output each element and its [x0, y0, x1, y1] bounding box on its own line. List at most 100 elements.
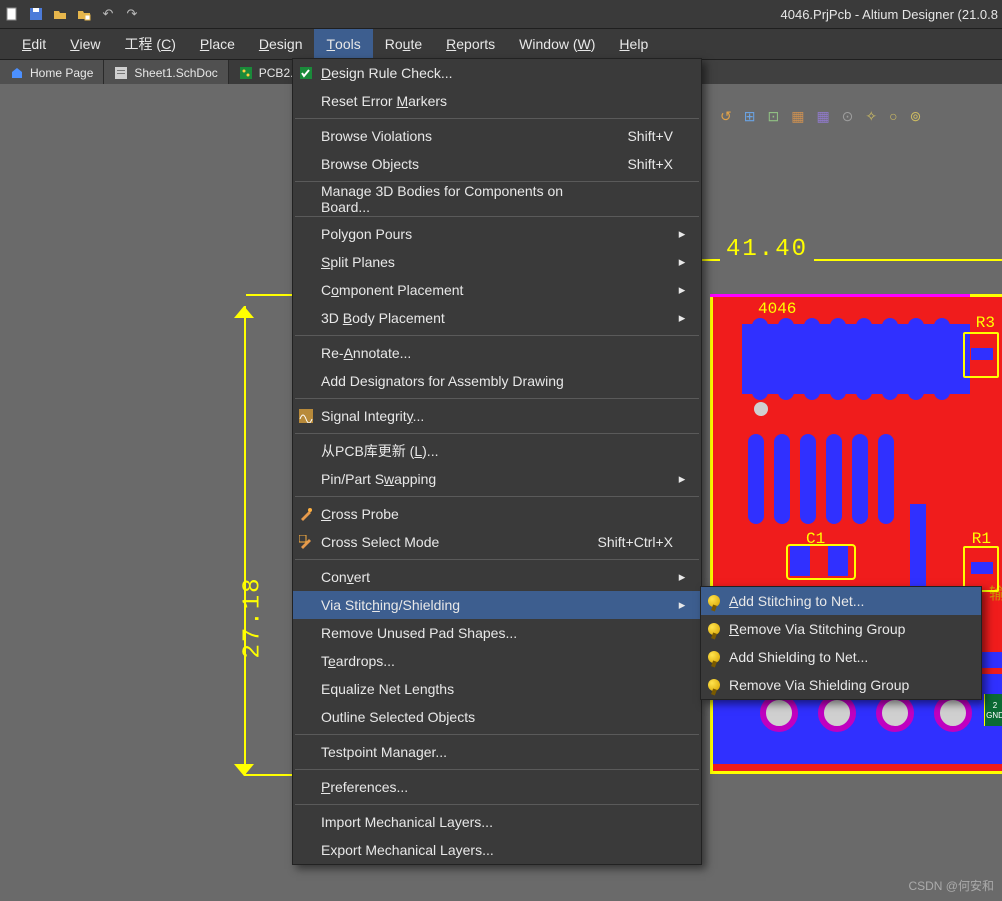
menu-label: Manage 3D Bodies for Components on Board… — [319, 183, 577, 215]
menu-item-teardrops[interactable]: Teardrops... — [293, 647, 701, 675]
menu-label: Equalize Net Lengths — [319, 681, 577, 697]
menu-item-signal-integrity[interactable]: Signal Integrity... — [293, 402, 701, 430]
toolbar-icon[interactable]: ⊞ — [744, 108, 756, 125]
tools-menu[interactable]: Design Rule Check...Reset Error Markers B… — [292, 58, 702, 865]
dimension-horizontal-value: 41.40 — [720, 236, 814, 263]
menu-item-export-mechanical-layers[interactable]: Export Mechanical Layers... — [293, 836, 701, 864]
sch-icon — [114, 66, 128, 80]
via-stitching-submenu[interactable]: Add Stitching to Net...Remove Via Stitch… — [700, 586, 982, 700]
menu-design[interactable]: Design — [247, 29, 315, 59]
drc-icon — [293, 66, 319, 80]
submenu-arrow-icon: ▸ — [673, 254, 691, 270]
menu-item-add-designators-for-assembly-drawing[interactable]: Add Designators for Assembly Drawing — [293, 367, 701, 395]
menu-route[interactable]: Route — [373, 29, 434, 59]
menu-item-browse-violations[interactable]: Browse ViolationsShift+V — [293, 122, 701, 150]
pin-icon — [701, 679, 727, 691]
separator — [295, 804, 699, 805]
menu-item-outline-selected-objects[interactable]: Outline Selected Objects — [293, 703, 701, 731]
menu-window-w-[interactable]: Window (W) — [507, 29, 607, 59]
menu-item-design-rule-check[interactable]: Design Rule Check... — [293, 59, 701, 87]
menu-item-component-placement[interactable]: Component Placement▸ — [293, 276, 701, 304]
menu-item-split-planes[interactable]: Split Planes▸ — [293, 248, 701, 276]
menu-item-3d-body-placement[interactable]: 3D Body Placement▸ — [293, 304, 701, 332]
separator — [295, 496, 699, 497]
menu-view[interactable]: View — [58, 29, 112, 59]
separator — [295, 734, 699, 735]
menu-item-cross-select-mode[interactable]: Cross Select ModeShift+Ctrl+X — [293, 528, 701, 556]
toolbar-icon[interactable]: ✧ — [865, 108, 877, 125]
menu-item-cross-probe[interactable]: Cross Probe — [293, 500, 701, 528]
menu-item-testpoint-manager[interactable]: Testpoint Manager... — [293, 738, 701, 766]
menu-item-preferences[interactable]: Preferences... — [293, 773, 701, 801]
menu-tools[interactable]: Tools — [314, 29, 372, 59]
shortcut: Shift+V — [577, 128, 673, 144]
shortcut: Shift+X — [577, 156, 673, 172]
menu--c-[interactable]: 工程 (C) — [113, 29, 188, 59]
net-badge: 2 GND — [984, 694, 1002, 726]
net-num: 2 — [993, 701, 997, 710]
toolbar-icon[interactable]: ⊚ — [910, 108, 922, 125]
menu-item-via-stitching-shielding[interactable]: Via Stitching/Shielding▸ — [293, 591, 701, 619]
open-icon[interactable] — [52, 6, 68, 22]
pin-icon — [701, 595, 727, 607]
tab-label: Home Page — [30, 66, 93, 80]
menu-reports[interactable]: Reports — [434, 29, 507, 59]
toolbar-icon[interactable]: ▦ — [791, 108, 804, 125]
menu-item-convert[interactable]: Convert▸ — [293, 563, 701, 591]
submenu-item-remove-via-shielding-group[interactable]: Remove Via Shielding Group — [701, 671, 981, 699]
menu-item-pin-part-swapping[interactable]: Pin/Part Swapping▸ — [293, 465, 701, 493]
menu-label: Export Mechanical Layers... — [319, 842, 577, 858]
menu-item-reset-error-markers[interactable]: Reset Error Markers — [293, 87, 701, 115]
redo-icon[interactable]: ↷ — [124, 6, 140, 22]
toolbar-icon[interactable]: ↺ — [720, 108, 732, 125]
submenu-label: Remove Via Shielding Group — [727, 677, 971, 693]
menu-item-import-mechanical-layers[interactable]: Import Mechanical Layers... — [293, 808, 701, 836]
menu-edit[interactable]: Edit — [10, 29, 58, 59]
new-icon[interactable] — [4, 6, 20, 22]
menu-item-manage-3d-bodies-for-components-on-board[interactable]: Manage 3D Bodies for Components on Board… — [293, 185, 701, 213]
separator — [295, 216, 699, 217]
toolbar-icon[interactable]: ○ — [889, 108, 897, 125]
menu-item-remove-unused-pad-shapes[interactable]: Remove Unused Pad Shapes... — [293, 619, 701, 647]
submenu-item-add-stitching-to-net[interactable]: Add Stitching to Net... — [701, 587, 981, 615]
toolbar-icons: ↺ ⊞ ⊡ ▦ ▦ ⊙ ✧ ○ ⊚ — [720, 108, 921, 125]
menu-place[interactable]: Place — [188, 29, 247, 59]
pin-icon — [701, 623, 727, 635]
toolbar-icon[interactable]: ⊙ — [842, 108, 854, 125]
pcb-canvas[interactable]: 4046 R3 C1 R1 EC1 输 — [710, 294, 1002, 774]
probe-icon — [293, 507, 319, 521]
separator — [295, 118, 699, 119]
submenu-item-remove-via-stitching-group[interactable]: Remove Via Stitching Group — [701, 615, 981, 643]
separator — [295, 559, 699, 560]
board-outline — [710, 294, 1002, 774]
menu-item-browse-objects[interactable]: Browse ObjectsShift+X — [293, 150, 701, 178]
menu-label: Add Designators for Assembly Drawing — [319, 373, 577, 389]
menu-label: Outline Selected Objects — [319, 709, 577, 725]
menu-label: Import Mechanical Layers... — [319, 814, 577, 830]
menu-label: Polygon Pours — [319, 226, 577, 242]
keepout-line — [710, 294, 970, 297]
menu-bar: EditView工程 (C)PlaceDesignToolsRouteRepor… — [0, 29, 1002, 60]
menu-item-pcb-l[interactable]: 从PCB库更新 (L)... — [293, 437, 701, 465]
submenu-arrow-icon: ▸ — [673, 471, 691, 487]
tab-sheet1-schdoc[interactable]: Sheet1.SchDoc — [104, 60, 228, 86]
menu-label: Re-Annotate... — [319, 345, 577, 361]
menu-item-polygon-pours[interactable]: Polygon Pours▸ — [293, 220, 701, 248]
save-icon[interactable] — [28, 6, 44, 22]
menu-item-re-annotate[interactable]: Re-Annotate... — [293, 339, 701, 367]
toolbar-icon[interactable]: ⊡ — [767, 108, 779, 125]
tab-home-page[interactable]: Home Page — [0, 60, 104, 86]
pcb-icon — [239, 66, 253, 80]
open2-icon[interactable] — [76, 6, 92, 22]
window-title: 4046.PrjPcb - Altium Designer (21.0.8 — [781, 7, 999, 22]
undo-icon[interactable]: ↶ — [100, 6, 116, 22]
menu-label: 从PCB库更新 (L)... — [319, 441, 577, 461]
toolbar-icon[interactable]: ▦ — [816, 108, 829, 125]
submenu-item-add-shielding-to-net[interactable]: Add Shielding to Net... — [701, 643, 981, 671]
separator — [295, 769, 699, 770]
menu-help[interactable]: Help — [607, 29, 660, 59]
menu-label: Via Stitching/Shielding — [319, 597, 577, 613]
submenu-label: Add Shielding to Net... — [727, 649, 971, 665]
menu-item-equalize-net-lengths[interactable]: Equalize Net Lengths — [293, 675, 701, 703]
submenu-arrow-icon: ▸ — [673, 310, 691, 326]
